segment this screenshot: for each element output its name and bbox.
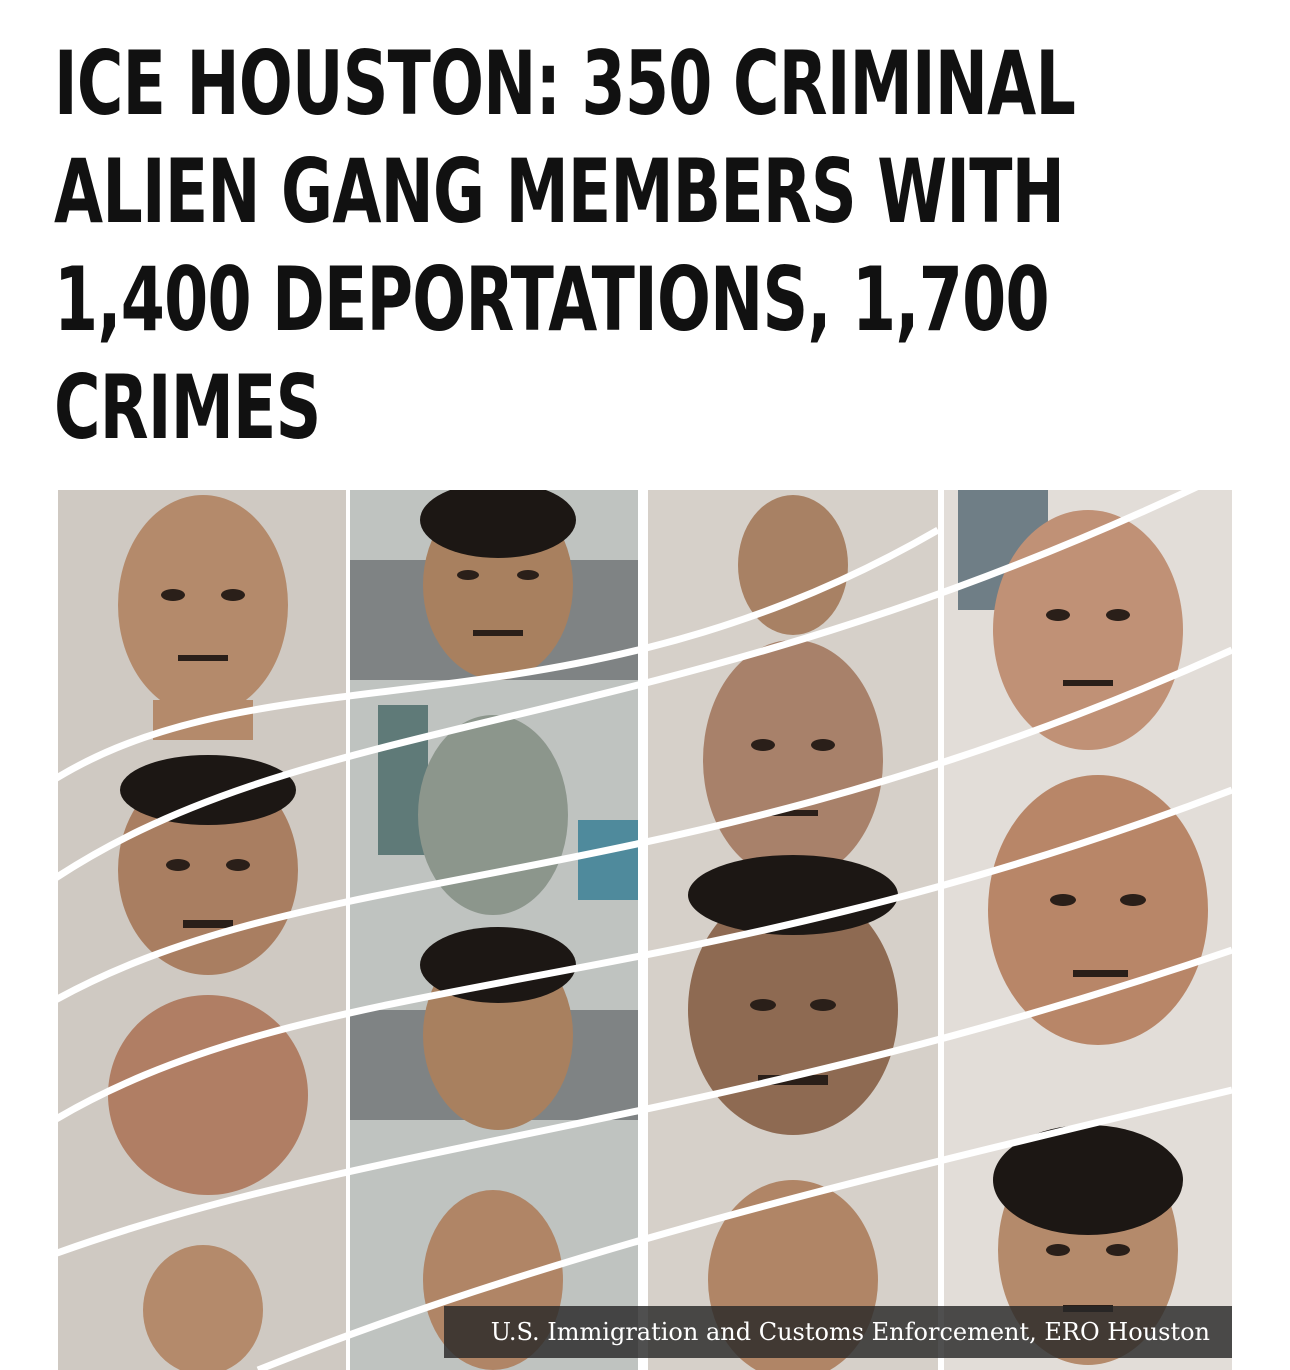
face-13 [143,1245,263,1370]
headline-line-4: CRIMES [54,356,321,459]
bin [578,820,638,900]
mugshot-collage-image: U.S. Immigration and Customs Enforcement… [58,490,1232,1370]
headline-line-2: ALIEN GANG MEMBERS WITH [54,140,1065,243]
headline-line-1: ICE HOUSTON: 350 CRIMINAL [54,32,1076,135]
article-headline: ICE HOUSTON: 350 CRIMINAL ALIEN GANG MEM… [54,30,1254,462]
face-9 [108,995,308,1195]
headline-line-3: 1,400 DEPORTATIONS, 1,700 [54,248,1050,351]
photo-caption: U.S. Immigration and Customs Enforcement… [444,1306,1232,1358]
collage-drawing [58,490,1232,1370]
face-7 [703,640,883,880]
face-8 [988,775,1208,1045]
photo-caption-text: U.S. Immigration and Customs Enforcement… [490,1318,1210,1346]
